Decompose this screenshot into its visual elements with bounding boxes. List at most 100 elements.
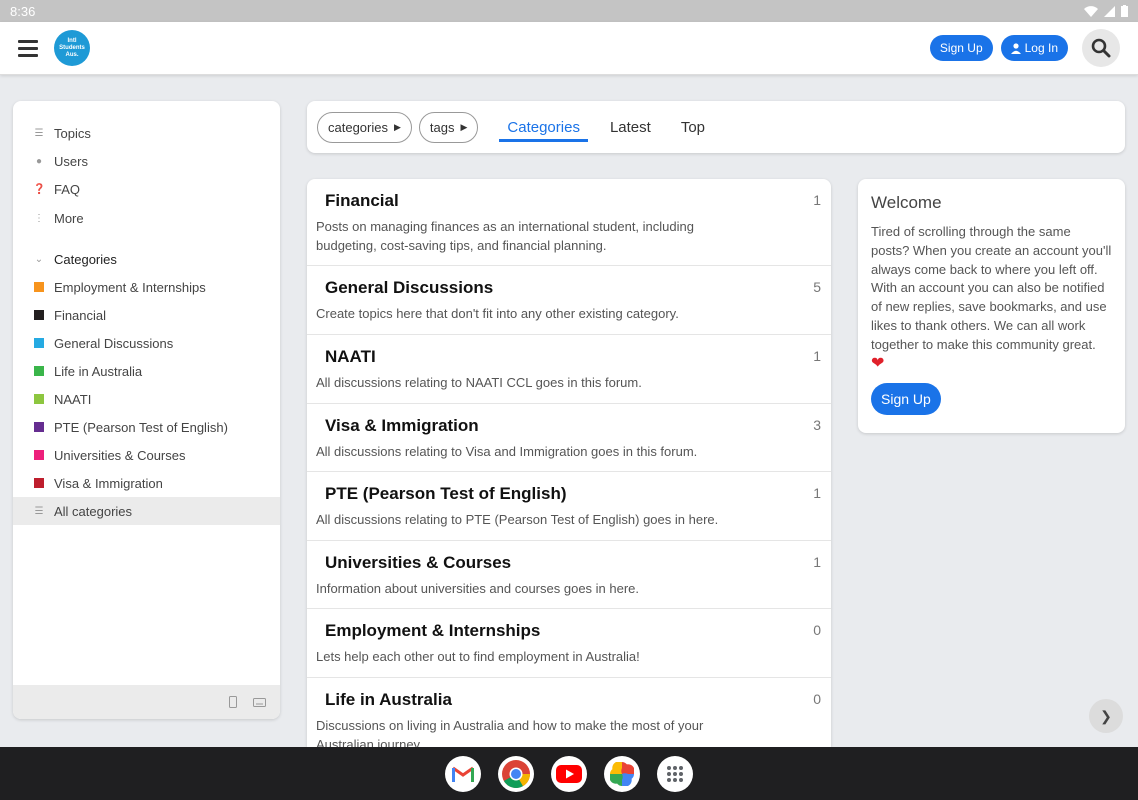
category-color-swatch <box>34 366 44 376</box>
chrome-icon[interactable] <box>498 755 534 792</box>
category-name[interactable]: Visa & Immigration <box>325 416 479 436</box>
tags-dropdown[interactable]: tags ▶ <box>418 111 479 143</box>
heart-icon: ❤ <box>871 354 885 372</box>
category-name[interactable]: Financial <box>325 191 399 211</box>
signup-label: Sign Up <box>881 391 931 408</box>
tab-label: Categories <box>507 118 580 136</box>
category-row[interactable]: Financial 1 Posts on managing finances a… <box>307 179 831 266</box>
sidebar-category-general[interactable]: General Discussions <box>13 329 280 357</box>
youtube-icon[interactable] <box>551 755 587 792</box>
site-logo[interactable]: Intl Students Aus. <box>54 30 90 66</box>
sidebar-item-label: All categories <box>54 503 133 519</box>
category-row[interactable]: Life in Australia 0 Discussions on livin… <box>307 678 831 747</box>
caret-right-icon: ▶ <box>460 121 468 132</box>
topic-count: 1 <box>813 485 821 501</box>
topic-count: 0 <box>813 622 821 638</box>
category-row[interactable]: Universities & Courses 1 Information abo… <box>307 541 831 609</box>
app-drawer-icon[interactable] <box>657 755 693 792</box>
header-login-button[interactable]: Log In <box>1000 35 1068 61</box>
chevron-right-icon[interactable]: ❯ <box>1089 699 1123 733</box>
list-icon: ☰ <box>34 505 44 517</box>
app-dock <box>0 747 1138 800</box>
tab-categories[interactable]: Categories <box>499 101 588 153</box>
topic-count: 3 <box>813 417 821 433</box>
users-icon: ● <box>35 155 43 167</box>
clock: 8:36 <box>10 3 36 19</box>
category-name[interactable]: Universities & Courses <box>325 553 511 573</box>
welcome-body: Tired of scrolling through the same post… <box>871 223 1112 373</box>
sidebar-category-naati[interactable]: NAATI <box>13 385 280 413</box>
photos-icon[interactable] <box>604 755 640 792</box>
search-icon <box>1091 38 1111 58</box>
dropdown-label: categories <box>328 119 388 135</box>
sidebar-category-pte[interactable]: PTE (Pearson Test of English) <box>13 413 280 441</box>
status-bar: 8:36 <box>0 0 1138 22</box>
welcome-card: Welcome Tired of scrolling through the s… <box>858 179 1125 433</box>
user-icon <box>1010 42 1021 54</box>
sidebar-item-label: Employment & Internships <box>54 279 206 295</box>
topic-count: 1 <box>813 348 821 364</box>
category-description: All discussions relating to Visa and Imm… <box>316 444 698 459</box>
welcome-signup-button[interactable]: Sign Up <box>871 383 941 416</box>
system-icons <box>1084 5 1128 17</box>
sidebar-category-life[interactable]: Life in Australia <box>13 357 280 385</box>
sidebar-item-more[interactable]: ⋮ More <box>13 204 280 232</box>
sidebar-item-label: Topics <box>54 125 91 141</box>
category-row[interactable]: Visa & Immigration 3 All discussions rel… <box>307 404 831 472</box>
sidebar-item-label: PTE (Pearson Test of English) <box>54 419 228 435</box>
signal-icon <box>1104 5 1115 17</box>
sidebar-item-label: Financial <box>54 307 107 323</box>
category-name[interactable]: Employment & Internships <box>325 621 540 641</box>
category-name[interactable]: PTE (Pearson Test of English) <box>325 484 567 504</box>
sidebar-category-financial[interactable]: Financial <box>13 301 280 329</box>
sidebar-footer <box>13 685 280 719</box>
category-row[interactable]: Employment & Internships 0 Lets help eac… <box>307 609 831 678</box>
mobile-view-icon[interactable] <box>229 696 237 708</box>
welcome-title: Welcome <box>871 193 942 212</box>
tab-label: Top <box>680 118 706 136</box>
sidebar-all-categories[interactable]: ☰ All categories <box>13 497 280 525</box>
caret-right-icon: ▶ <box>393 121 401 132</box>
categories-dropdown[interactable]: categories ▶ <box>317 111 412 143</box>
category-name[interactable]: Life in Australia <box>325 690 452 710</box>
category-name[interactable]: NAATI <box>325 347 376 367</box>
tab-latest[interactable]: Latest <box>610 101 651 153</box>
search-button[interactable] <box>1082 29 1120 67</box>
sidebar-item-label: NAATI <box>54 391 92 407</box>
category-row[interactable]: PTE (Pearson Test of English) 1 All disc… <box>307 472 831 541</box>
logo-text: Intl Students Aus. <box>59 37 85 58</box>
category-row[interactable]: General Discussions 5 Create topics here… <box>307 266 831 335</box>
navigation-bar: categories ▶ tags ▶ Categories Latest Top <box>307 101 1125 153</box>
sidebar-item-label: Users <box>54 153 88 169</box>
category-description: Posts on managing finances as an interna… <box>316 219 694 253</box>
gmail-icon[interactable] <box>445 755 481 792</box>
category-row[interactable]: NAATI 1 All discussions relating to NAAT… <box>307 335 831 404</box>
tab-top[interactable]: Top <box>681 101 705 153</box>
category-color-swatch <box>34 338 44 348</box>
question-icon: ❓ <box>33 183 46 195</box>
keyboard-icon[interactable] <box>253 697 266 707</box>
category-description: All discussions relating to PTE (Pearson… <box>316 512 719 527</box>
sidebar-item-label: More <box>54 210 84 226</box>
category-description: Lets help each other out to find employm… <box>316 649 640 664</box>
category-color-swatch <box>34 422 44 432</box>
category-name[interactable]: General Discussions <box>325 278 493 298</box>
sidebar-categories-toggle[interactable]: ⌄ Categories <box>13 245 280 273</box>
welcome-text: Tired of scrolling through the same post… <box>871 224 1112 352</box>
sidebar-item-users[interactable]: ● Users <box>13 147 280 175</box>
sidebar-section-heading: Categories <box>54 251 117 267</box>
login-label: Log In <box>1024 41 1058 55</box>
sidebar-item-faq[interactable]: ❓ FAQ <box>13 175 280 203</box>
sidebar-item-label: Visa & Immigration <box>54 475 163 491</box>
wifi-icon <box>1084 5 1098 17</box>
header-signup-button[interactable]: Sign Up <box>929 35 993 61</box>
category-description: All discussions relating to NAATI CCL go… <box>316 375 642 390</box>
menu-icon[interactable] <box>18 39 38 57</box>
sidebar-item-label: Universities & Courses <box>54 447 186 463</box>
sidebar-category-employment[interactable]: Employment & Internships <box>13 273 280 301</box>
sidebar-item-topics[interactable]: ☰ Topics <box>13 119 280 147</box>
battery-icon <box>1121 5 1128 17</box>
sidebar-category-universities[interactable]: Universities & Courses <box>13 441 280 469</box>
sidebar-item-label: General Discussions <box>54 335 174 351</box>
sidebar-category-visa[interactable]: Visa & Immigration <box>13 469 280 497</box>
